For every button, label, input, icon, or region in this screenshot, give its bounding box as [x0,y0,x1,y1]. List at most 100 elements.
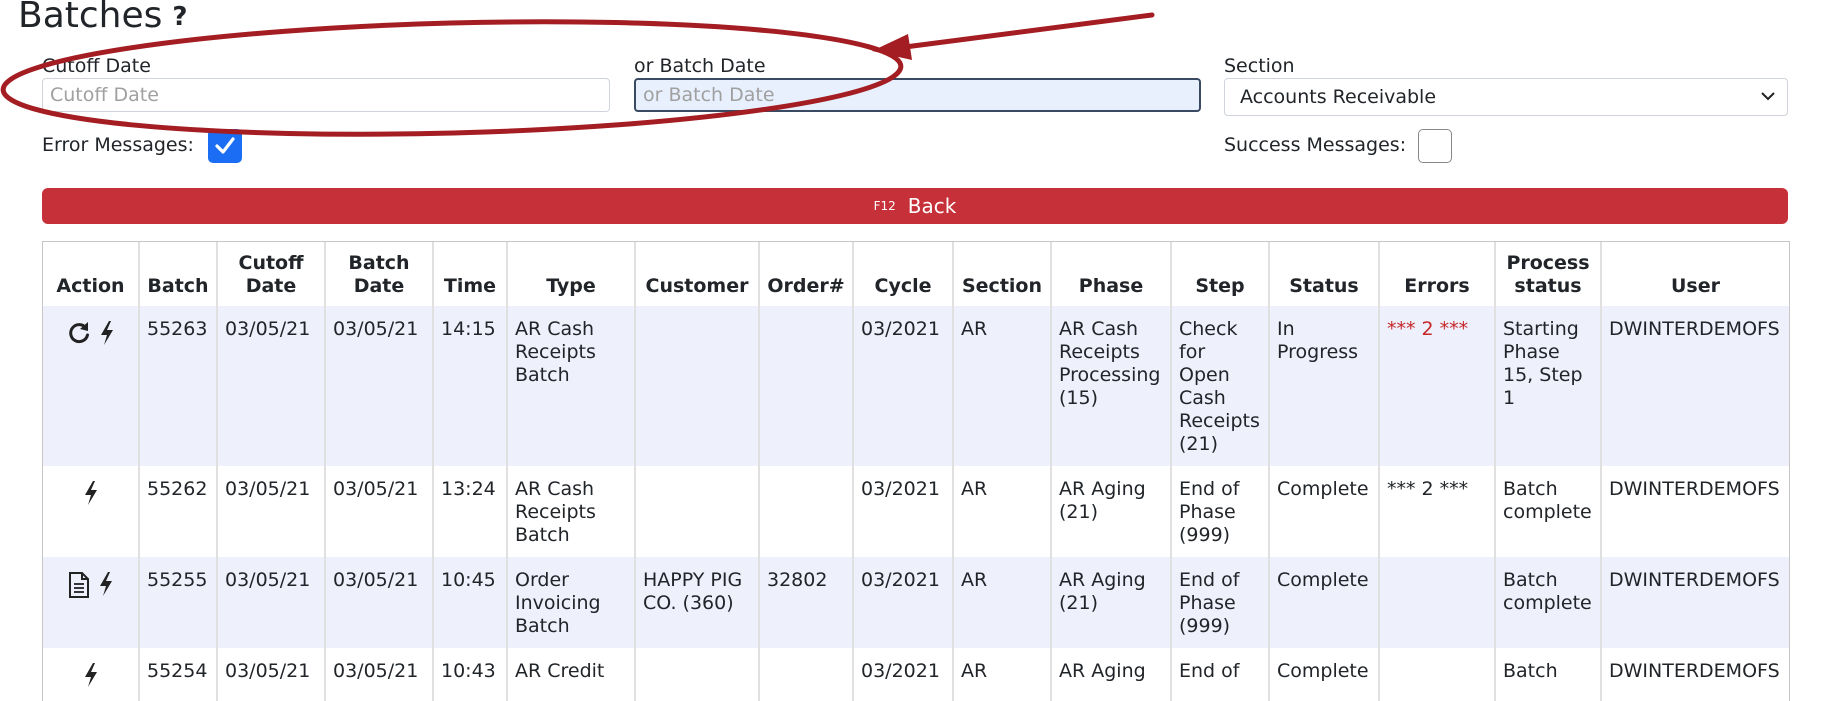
cell-status: Complete [1269,648,1380,701]
row-actions [43,557,140,648]
page-title: Batches? [18,0,187,39]
cell-type: AR Credit [507,648,636,701]
cell-process-status: Batch [1495,648,1602,701]
batches-table: Action Batch Cutoff Date Batch Date Time… [42,241,1790,701]
cell-customer [635,648,760,701]
col-cycle[interactable]: Cycle [853,242,954,306]
col-status[interactable]: Status [1269,242,1380,306]
cell-batch-date: 03/05/21 [325,557,434,648]
cell-phase: AR Cash Receipts Processing (15) [1051,306,1172,466]
annotation-arrow-head [872,34,912,60]
cell-user: DWINTERDEMOFS [1609,660,1780,682]
col-section[interactable]: Section [953,242,1052,306]
bolt-icon[interactable] [83,480,99,512]
cell-cycle: 03/2021 [853,648,954,701]
cell-batch: 55254 [139,648,218,701]
annotation-arrow-line [902,12,1155,50]
cell-status: Complete [1269,466,1380,557]
cell-process-status: Starting Phase 15, Step 1 [1495,306,1602,466]
col-process-status[interactable]: Process status [1495,242,1602,306]
cell-cutoff: 03/05/21 [217,648,326,701]
cutoff-date-input[interactable] [42,78,610,112]
error-messages-label: Error Messages: [42,134,194,156]
col-phase[interactable]: Phase [1051,242,1172,306]
table-row: 55263 03/05/21 03/05/21 14:15 AR Cash Re… [43,306,1789,466]
col-time[interactable]: Time [433,242,508,306]
cell-cutoff: 03/05/21 [217,466,326,557]
cell-type: AR Cash Receipts Batch [507,306,636,466]
cell-process-status: Batch complete [1495,557,1602,648]
cell-time: 10:43 [433,648,508,701]
cell-type: AR Cash Receipts Batch [507,466,636,557]
cell-cutoff: 03/05/21 [217,306,326,466]
col-user[interactable]: User [1601,242,1789,306]
document-icon[interactable] [68,571,90,605]
cell-errors: *** 2 *** [1379,466,1496,557]
cell-status: In Progress [1269,306,1380,466]
chevron-down-icon [1759,78,1777,129]
cutoff-date-label: Cutoff Date [42,55,151,77]
back-button[interactable]: F12 Back [42,188,1788,224]
cell-step: End of Phase (999) [1171,557,1270,648]
cell-section: AR [953,648,1052,701]
table-header-row: Action Batch Cutoff Date Batch Date Time… [43,242,1789,306]
success-messages-checkbox[interactable] [1418,129,1452,163]
success-messages-label: Success Messages: [1224,134,1407,156]
cell-time: 13:24 [433,466,508,557]
bolt-icon[interactable] [83,662,99,694]
cell-cycle: 03/2021 [853,466,954,557]
section-select[interactable]: Accounts Receivable [1224,78,1788,116]
cell-type: Order Invoicing Batch [507,557,636,648]
back-label: Back [907,194,957,218]
bolt-icon[interactable] [99,320,115,352]
cell-time: 14:15 [433,306,508,466]
col-action[interactable]: Action [43,242,140,306]
col-errors[interactable]: Errors [1379,242,1496,306]
cell-cycle: 03/2021 [853,557,954,648]
cell-user: DWINTERDEMOFS [1601,306,1789,466]
cell-section: AR [953,557,1052,648]
cell-errors [1379,557,1496,648]
cell-section: AR [953,306,1052,466]
cell-batch-date: 03/05/21 [325,306,434,466]
row-actions [43,466,140,557]
cell-step: End of [1171,648,1270,701]
cell-batch-date: 03/05/21 [325,466,434,557]
help-icon[interactable]: ? [172,2,187,32]
batch-date-label: or Batch Date [634,55,766,77]
refresh-icon[interactable] [67,320,91,352]
checkmark-icon [215,137,235,154]
error-messages-checkbox[interactable] [208,129,242,163]
section-label: Section [1224,55,1295,77]
back-shortcut-key: F12 [873,199,896,213]
cell-batch: 55255 [139,557,218,648]
cell-batch: 55262 [139,466,218,557]
table-row: 55262 03/05/21 03/05/21 13:24 AR Cash Re… [43,466,1789,557]
cell-section: AR [953,466,1052,557]
section-select-value: Accounts Receivable [1240,86,1437,108]
col-batch[interactable]: Batch [139,242,218,306]
cell-order [759,466,854,557]
cell-order: 32802 [759,557,854,648]
cell-order [759,648,854,701]
col-batch-date[interactable]: Batch Date [325,242,434,306]
cell-step: Check for Open Cash Receipts (21) [1171,306,1270,466]
cell-cycle: 03/2021 [853,306,954,466]
cell-customer: HAPPY PIG CO. (360) [635,557,760,648]
cell-status: Complete [1269,557,1380,648]
col-customer[interactable]: Customer [635,242,760,306]
cell-errors-link[interactable]: *** 2 *** [1379,306,1496,466]
cell-order [759,306,854,466]
col-order[interactable]: Order# [759,242,854,306]
cell-process-status: Batch complete [1495,466,1602,557]
cell-phase: AR Aging (21) [1051,557,1172,648]
col-step[interactable]: Step [1171,242,1270,306]
cell-phase: AR Aging (21) [1051,466,1172,557]
col-type[interactable]: Type [507,242,636,306]
cell-user: DWINTERDEMOFS [1609,478,1780,500]
cell-batch-date: 03/05/21 [325,648,434,701]
cell-errors [1379,648,1496,701]
batch-date-input[interactable] [634,78,1201,112]
col-cutoff-date[interactable]: Cutoff Date [217,242,326,306]
bolt-icon[interactable] [98,571,114,603]
